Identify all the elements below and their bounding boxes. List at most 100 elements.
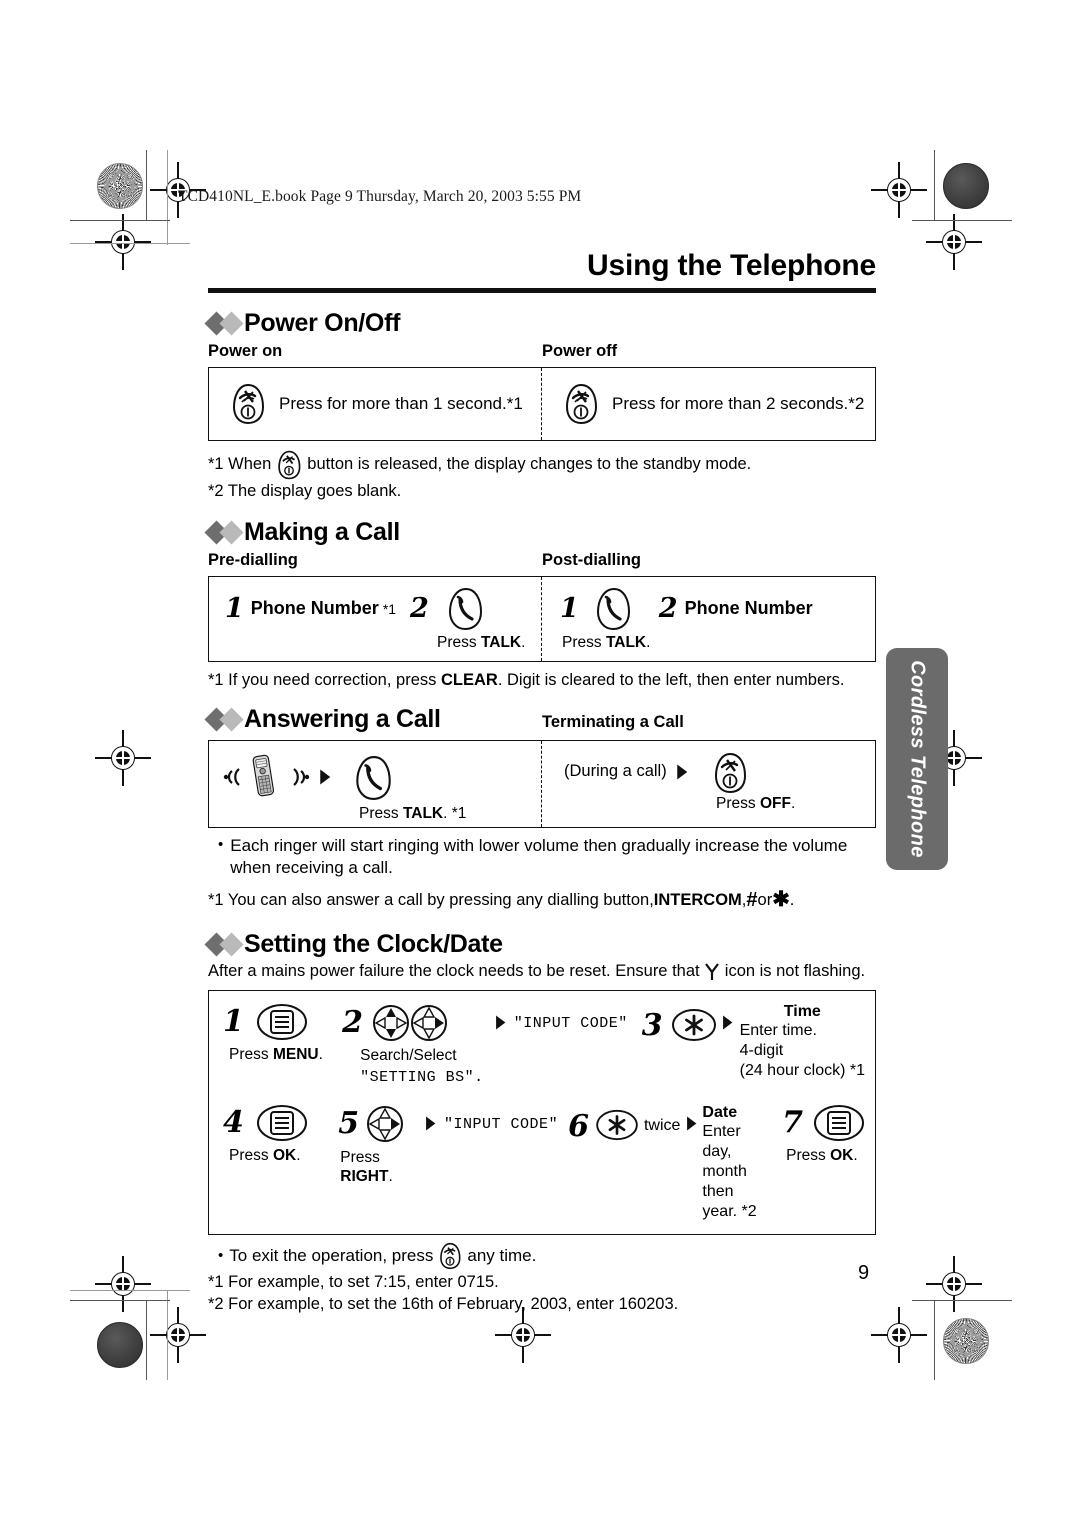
clock-intro: After a mains power failure the clock ne… — [208, 961, 876, 982]
terminating-caption-post: . — [790, 794, 796, 812]
clock-step-6-line1: Enter day, — [702, 1122, 741, 1160]
arrow-right-icon — [685, 1116, 698, 1132]
arrow-right-icon — [424, 1116, 438, 1132]
trim-line — [912, 220, 1012, 221]
clock-footnote-bullet-post: any time. — [467, 1245, 537, 1265]
clock-footnote-2: *2 For example, to set the 16th of Febru… — [208, 1294, 679, 1313]
star-key-icon — [671, 1007, 717, 1043]
clock-step-2-number: 2 — [342, 1005, 363, 1041]
print-density-mark-bottom-left — [97, 1322, 143, 1368]
section-title-clock: Setting the Clock/Date — [244, 929, 503, 958]
clock-step-6-line3: year. *2 — [702, 1202, 757, 1220]
star-key-icon: ✱ — [772, 887, 790, 911]
post-step-1-number: 1 — [560, 593, 579, 625]
clock-step-3-line2: 4-digit — [739, 1042, 784, 1060]
bullet-dot-icon: • — [218, 835, 224, 853]
trim-line — [70, 220, 170, 221]
star-key-icon — [595, 1108, 639, 1144]
clock-step-7-caption-post: . — [853, 1146, 858, 1164]
clock-step-2-result: "INPUT CODE" — [494, 1003, 628, 1032]
registration-mark-right-lower — [926, 1256, 982, 1312]
trim-line — [934, 1300, 935, 1380]
clock-step-7-caption-pre: Press — [786, 1146, 831, 1164]
answering-note-key: INTERCOM — [653, 890, 742, 909]
arrow-right-icon — [675, 764, 689, 780]
talk-button-icon — [447, 587, 483, 631]
antenna-icon — [704, 962, 720, 981]
hash-key-icon: # — [746, 888, 758, 911]
clock-step-2-display-input-code: "INPUT CODE" — [513, 1015, 628, 1033]
making-call-note-post: . Digit is cleared to the left, then ent… — [497, 670, 845, 689]
clock-step-1-caption-key: MENU — [272, 1046, 319, 1064]
clock-step-7-number: 7 — [782, 1104, 803, 1140]
clock-step-1-number: 1 — [223, 1004, 244, 1040]
trim-line — [167, 1290, 168, 1380]
answering-caption: Press TALK. *1 — [359, 804, 533, 823]
label-power-off: Power off — [542, 341, 618, 360]
post-step-2-text: Phone Number — [684, 598, 813, 619]
power-table: Press for more than 1 second.*1 Press fo… — [208, 366, 876, 441]
label-power-on: Power on — [208, 341, 283, 360]
diamond-light-icon — [219, 520, 244, 545]
clock-step-5-display-input-code: "INPUT CODE" — [444, 1115, 559, 1133]
diamond-light-icon — [219, 932, 244, 957]
print-starburst-mark-top-left — [97, 163, 143, 209]
terminating-caption-pre: Press — [716, 794, 760, 812]
pre-step-1-number: 1 — [225, 593, 244, 625]
pre-step-2-caption: Press TALK. — [437, 633, 533, 652]
trim-line — [146, 150, 147, 220]
diamond-light-icon — [219, 707, 244, 732]
clock-step-4-caption: Press OK. — [229, 1146, 338, 1165]
clock-step-7-caption-key: OK — [830, 1146, 854, 1164]
clock-step-1-caption: Press MENU. — [229, 1045, 342, 1064]
clock-steps-table: 1 Press MENU. 2 Search/Select "SETTING B… — [208, 990, 876, 1235]
trim-line — [167, 150, 168, 245]
clock-step-6-line2: month then — [702, 1162, 747, 1200]
clock-footnote-bullet-pre: To exit the operation, press — [229, 1245, 434, 1265]
registration-mark-bottom-left — [150, 1307, 206, 1363]
ringing-waves-right-icon — [288, 764, 310, 790]
talk-button-icon — [595, 587, 631, 631]
print-header-filename: TCD410NL_E.book Page 9 Thursday, March 2… — [178, 188, 582, 205]
ok-button-icon — [256, 1104, 308, 1142]
clock-step-2: 2 Search/Select "SETTING BS". — [342, 1003, 494, 1086]
off-button-icon — [231, 383, 265, 425]
nav-right-icon — [365, 1104, 405, 1144]
pre-step-2-caption-key: TALK — [480, 633, 522, 651]
terminating-caption: Press OFF. — [716, 794, 867, 813]
answering-caption-key: TALK — [402, 804, 444, 822]
clock-step-6-header: Date — [702, 1103, 738, 1121]
side-tab-cordless-telephone: Cordless Telephone — [886, 648, 948, 870]
ringing-waves-left-icon — [223, 764, 245, 790]
clock-step-4-caption-post: . — [296, 1146, 301, 1164]
clock-footnote-1: *1 For example, to set 7:15, enter 0715. — [208, 1272, 499, 1291]
registration-mark-bottom-center — [495, 1307, 551, 1363]
clock-step-6-twice-label: twice — [643, 1116, 681, 1134]
pre-step-1-text: Phone Number — [250, 598, 379, 619]
clock-footnote-bullet: • To exit the operation, press any time. — [208, 1242, 876, 1270]
power-off-cell: Press for more than 2 seconds.*2 — [542, 368, 875, 440]
trim-line — [934, 150, 935, 220]
menu-button-icon — [256, 1003, 308, 1041]
answering-caption-post: . *1 — [443, 804, 467, 822]
manual-page: TCD410NL_E.book Page 9 Thursday, March 2… — [0, 0, 1080, 1528]
post-step-1-caption-pre: Press — [562, 633, 606, 651]
section-heading-clock: Setting the Clock/Date — [204, 929, 876, 959]
power-off-instruction: Press for more than 2 seconds.*2 — [612, 393, 865, 413]
print-density-mark-top-right — [943, 163, 989, 209]
terminating-caption-key: OFF — [759, 794, 791, 812]
page-title: Using the Telephone — [587, 249, 876, 282]
title-divider — [208, 287, 876, 293]
diamond-light-icon — [219, 310, 244, 336]
pre-step-2-number: 2 — [410, 593, 429, 625]
terminating-cell: (During a call) Press OFF. — [542, 741, 875, 827]
bullet-dot-icon: • — [218, 1247, 224, 1265]
clock-step-7: 7 Press OK. — [782, 1104, 865, 1165]
clock-step-3-line3: (24 hour clock) *1 — [739, 1062, 865, 1080]
answering-note-pre: *1 You can also answer a call by pressin… — [208, 890, 654, 909]
label-terminating-call: Terminating a Call — [542, 712, 684, 731]
section-title-answering: Answering a Call — [244, 704, 441, 733]
section-title-making-call: Making a Call — [244, 517, 400, 546]
making-call-table: 1 Phone Number *1 2 Press TALK. 1 2 Phon… — [208, 575, 876, 662]
registration-mark-left-middle — [95, 730, 151, 786]
